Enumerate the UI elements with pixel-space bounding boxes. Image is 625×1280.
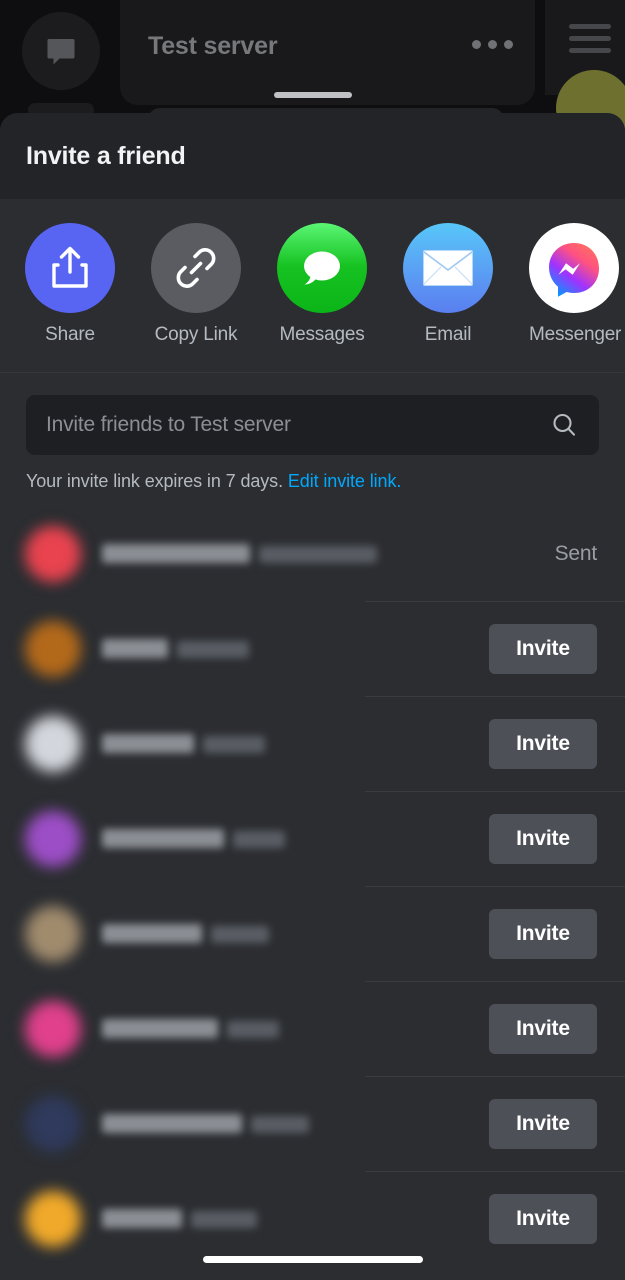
invite-a-friend-screen: Test server Invite a friend Share Copy L… xyxy=(0,0,625,1280)
invite-expiry-text: Your invite link expires in 7 days. xyxy=(26,471,283,491)
friend-row[interactable]: Invite xyxy=(0,886,625,981)
speech-bubble-icon xyxy=(277,223,367,313)
friend-display-name xyxy=(102,924,202,943)
friend-row-action: Invite xyxy=(489,718,597,769)
friend-name-group xyxy=(102,1114,489,1133)
search-input[interactable]: Invite friends to Test server xyxy=(26,395,599,455)
friend-display-name xyxy=(102,639,168,658)
sheet-drag-handle[interactable] xyxy=(273,92,352,98)
friend-username xyxy=(177,641,249,658)
friend-name-group xyxy=(102,544,489,563)
friend-display-name xyxy=(102,734,194,753)
share-upload-icon xyxy=(25,223,115,313)
friend-row-action: Invite xyxy=(489,1003,597,1054)
share-action-share[interactable]: Share xyxy=(25,223,115,346)
avatar xyxy=(25,1190,81,1247)
friend-row[interactable]: Invite xyxy=(0,1171,625,1266)
avatar xyxy=(25,1095,81,1152)
hamburger-menu-icon[interactable] xyxy=(569,24,611,53)
share-action-label: Copy Link xyxy=(154,324,238,345)
search-section: Invite friends to Test server xyxy=(0,373,625,455)
friend-row-action: Invite xyxy=(489,813,597,864)
invite-button[interactable]: Invite xyxy=(489,1003,597,1054)
avatar xyxy=(25,715,81,772)
chain-link-icon xyxy=(151,223,241,313)
server-title: Test server xyxy=(148,32,278,60)
share-action-messenger[interactable]: Messenger xyxy=(529,223,622,346)
edit-invite-link[interactable]: Edit invite link. xyxy=(288,471,401,491)
invite-button[interactable]: Invite xyxy=(489,1193,597,1244)
friend-display-name xyxy=(102,1209,182,1228)
search-placeholder: Invite friends to Test server xyxy=(46,413,291,436)
share-action-label: Share xyxy=(45,324,95,345)
invite-button[interactable]: Invite xyxy=(489,718,597,769)
friend-row-action: Invite xyxy=(489,623,597,674)
invite-button[interactable]: Invite xyxy=(489,623,597,674)
friend-display-name xyxy=(102,544,250,563)
avatar xyxy=(25,810,81,867)
invite-button[interactable]: Invite xyxy=(489,1098,597,1149)
home-indicator xyxy=(202,1256,423,1263)
friend-username xyxy=(251,1116,309,1133)
friend-row-action: Invite xyxy=(489,908,597,959)
friend-row[interactable]: Invite xyxy=(0,601,625,696)
page-title: Invite a friend xyxy=(26,141,186,170)
friend-username xyxy=(227,1021,279,1038)
friend-row[interactable]: Sent xyxy=(0,506,625,601)
friend-name-group xyxy=(102,734,489,753)
search-icon[interactable] xyxy=(550,411,578,439)
avatar xyxy=(25,620,81,677)
friend-username xyxy=(191,1211,257,1228)
messenger-bolt-icon xyxy=(529,223,619,313)
share-action-copy-link[interactable]: Copy Link xyxy=(151,223,241,346)
more-options-icon[interactable] xyxy=(472,40,513,49)
friend-display-name xyxy=(102,1019,218,1038)
share-actions-row[interactable]: Share Copy Link Messages Email Messenger xyxy=(0,199,625,373)
invite-button[interactable]: Invite xyxy=(489,813,597,864)
friend-username xyxy=(203,736,265,753)
friend-display-name xyxy=(102,1114,242,1133)
friend-row[interactable]: Invite xyxy=(0,696,625,791)
friend-row-action: Sent xyxy=(489,541,598,566)
friend-list: Sent Invite Invite Invite Invite Invite Invite… xyxy=(0,506,625,1266)
friend-username xyxy=(211,926,269,943)
envelope-icon xyxy=(403,223,493,313)
friend-name-group xyxy=(102,924,489,943)
friend-row[interactable]: Invite xyxy=(0,791,625,886)
friend-row[interactable]: Invite xyxy=(0,981,625,1076)
friend-row[interactable]: Invite xyxy=(0,1076,625,1171)
friend-row-action: Invite xyxy=(489,1098,597,1149)
friend-username xyxy=(259,546,377,563)
friend-name-group xyxy=(102,639,489,658)
friend-row-action: Invite xyxy=(489,1193,597,1244)
direct-messages-button[interactable] xyxy=(22,12,100,90)
friend-username xyxy=(233,831,285,848)
share-action-label: Messages xyxy=(279,324,365,345)
friend-display-name xyxy=(102,829,224,848)
share-action-label: Messenger xyxy=(529,324,622,345)
status-badge: Sent xyxy=(554,541,598,565)
share-action-messages[interactable]: Messages xyxy=(277,223,367,346)
friend-name-group xyxy=(102,1019,489,1038)
friend-name-group xyxy=(102,829,489,848)
avatar xyxy=(25,905,81,962)
share-action-label: Email xyxy=(424,324,472,345)
share-action-email[interactable]: Email xyxy=(403,223,493,346)
avatar xyxy=(25,1000,81,1057)
invite-button[interactable]: Invite xyxy=(489,908,597,959)
invite-expiry-note: Your invite link expires in 7 days. Edit… xyxy=(0,455,625,492)
avatar xyxy=(25,525,81,582)
friend-name-group xyxy=(102,1209,489,1228)
invite-bottom-sheet: Invite a friend Share Copy Link Messages… xyxy=(0,113,625,1280)
sheet-header: Invite a friend xyxy=(0,113,625,199)
chat-bubble-icon xyxy=(43,33,79,69)
